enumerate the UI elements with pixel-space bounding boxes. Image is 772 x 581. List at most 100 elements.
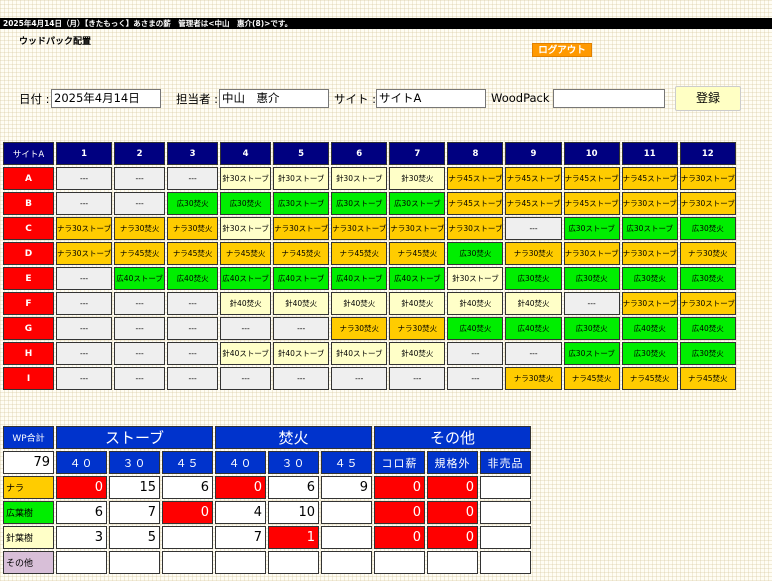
grid-cell[interactable]: --- xyxy=(114,192,166,215)
grid-cell[interactable]: ナラ45ストーブ xyxy=(621,167,678,190)
grid-cell[interactable]: --- xyxy=(505,342,562,365)
grid-cell[interactable]: 広40ストーブ xyxy=(331,267,388,290)
grid-cell[interactable]: --- xyxy=(167,317,219,340)
grid-cell[interactable]: 広40焚火 xyxy=(679,317,736,340)
grid-cell[interactable]: --- xyxy=(56,317,113,340)
grid-cell[interactable]: --- xyxy=(114,292,166,315)
grid-cell[interactable]: ナラ30ストーブ xyxy=(679,192,736,215)
grid-cell[interactable]: --- xyxy=(447,342,504,365)
grid-cell[interactable]: 針40ストーブ xyxy=(220,342,272,365)
grid-cell[interactable]: --- xyxy=(273,317,330,340)
grid-cell[interactable]: 針40焚火 xyxy=(273,292,330,315)
grid-cell[interactable]: ナラ45ストーブ xyxy=(447,192,504,215)
grid-cell[interactable]: 針40焚火 xyxy=(389,342,446,365)
grid-cell[interactable]: --- xyxy=(56,342,113,365)
grid-cell[interactable]: --- xyxy=(220,317,272,340)
grid-cell[interactable]: 針30焚火 xyxy=(389,167,446,190)
grid-cell[interactable]: 針30ストーブ xyxy=(273,167,330,190)
grid-cell[interactable]: 広30ストーブ xyxy=(331,192,388,215)
grid-cell[interactable]: ナラ45ストーブ xyxy=(447,167,504,190)
grid-cell[interactable]: --- xyxy=(331,367,388,390)
grid-cell[interactable]: ナラ30ストーブ xyxy=(273,217,330,240)
grid-cell[interactable]: 広30焚火 xyxy=(505,267,562,290)
grid-cell[interactable]: --- xyxy=(505,217,562,240)
grid-cell[interactable]: 広40ストーブ xyxy=(389,267,446,290)
grid-cell[interactable]: ナラ45焚火 xyxy=(331,242,388,265)
grid-cell[interactable]: 針40焚火 xyxy=(447,292,504,315)
grid-cell[interactable]: ナラ45ストーブ xyxy=(505,192,562,215)
grid-cell[interactable]: 広30焚火 xyxy=(621,342,678,365)
register-button[interactable]: 登録 xyxy=(675,86,741,111)
date-input[interactable]: 2025年4月14日 xyxy=(51,89,161,108)
grid-cell[interactable]: 広30ストーブ xyxy=(273,192,330,215)
grid-cell[interactable]: --- xyxy=(56,167,113,190)
grid-cell[interactable]: --- xyxy=(167,167,219,190)
grid-cell[interactable]: ナラ30ストーブ xyxy=(331,217,388,240)
grid-cell[interactable]: 広30焚火 xyxy=(563,317,620,340)
grid-cell[interactable]: --- xyxy=(167,292,219,315)
grid-cell[interactable]: --- xyxy=(447,367,504,390)
grid-cell[interactable]: 針40焚火 xyxy=(389,292,446,315)
grid-cell[interactable]: --- xyxy=(114,342,166,365)
woodpack-input[interactable] xyxy=(553,89,665,108)
grid-cell[interactable]: ナラ45焚火 xyxy=(167,242,219,265)
grid-cell[interactable]: ナラ30ストーブ xyxy=(56,217,113,240)
grid-cell[interactable]: 広30焚火 xyxy=(167,192,219,215)
grid-cell[interactable]: 広30ストーブ xyxy=(563,342,620,365)
grid-cell[interactable]: 針30ストーブ xyxy=(220,217,272,240)
grid-cell[interactable]: ナラ45焚火 xyxy=(679,367,736,390)
grid-cell[interactable]: 広40ストーブ xyxy=(220,267,272,290)
grid-cell[interactable]: ナラ30焚火 xyxy=(167,217,219,240)
grid-cell[interactable]: ナラ30ストーブ xyxy=(389,217,446,240)
grid-cell[interactable]: --- xyxy=(167,367,219,390)
grid-cell[interactable]: --- xyxy=(114,367,166,390)
grid-cell[interactable]: 広30焚火 xyxy=(563,267,620,290)
grid-cell[interactable]: 広40ストーブ xyxy=(114,267,166,290)
grid-cell[interactable]: ナラ30焚火 xyxy=(505,242,562,265)
grid-cell[interactable]: --- xyxy=(114,167,166,190)
grid-cell[interactable]: --- xyxy=(273,367,330,390)
grid-cell[interactable]: 広30焚火 xyxy=(679,342,736,365)
grid-cell[interactable]: 広30ストーブ xyxy=(389,192,446,215)
grid-cell[interactable]: ナラ45焚火 xyxy=(389,242,446,265)
grid-cell[interactable]: 広40焚火 xyxy=(447,317,504,340)
grid-cell[interactable]: ナラ30焚火 xyxy=(389,317,446,340)
grid-cell[interactable]: 針30ストーブ xyxy=(447,267,504,290)
grid-cell[interactable]: --- xyxy=(220,367,272,390)
grid-cell[interactable]: ナラ30焚火 xyxy=(331,317,388,340)
grid-cell[interactable]: --- xyxy=(56,367,113,390)
grid-cell[interactable]: ナラ30ストーブ xyxy=(621,242,678,265)
grid-cell[interactable]: 広40焚火 xyxy=(505,317,562,340)
grid-cell[interactable]: ナラ30ストーブ xyxy=(447,217,504,240)
grid-cell[interactable]: ナラ45ストーブ xyxy=(563,192,620,215)
grid-cell[interactable]: ナラ45焚火 xyxy=(220,242,272,265)
grid-cell[interactable]: 広30焚火 xyxy=(679,267,736,290)
grid-cell[interactable]: --- xyxy=(389,367,446,390)
grid-cell[interactable]: --- xyxy=(167,342,219,365)
staff-input[interactable]: 中山 惠介 xyxy=(219,89,329,108)
grid-cell[interactable]: 針40焚火 xyxy=(220,292,272,315)
grid-cell[interactable]: 広40ストーブ xyxy=(273,267,330,290)
grid-cell[interactable]: ナラ30ストーブ xyxy=(56,242,113,265)
grid-cell[interactable]: 針40焚火 xyxy=(331,292,388,315)
site-input[interactable]: サイトA xyxy=(376,89,486,108)
grid-cell[interactable]: --- xyxy=(56,292,113,315)
grid-cell[interactable]: 広40焚火 xyxy=(621,317,678,340)
grid-cell[interactable]: --- xyxy=(56,267,113,290)
grid-cell[interactable]: ナラ45焚火 xyxy=(563,367,620,390)
grid-cell[interactable]: ナラ30ストーブ xyxy=(621,192,678,215)
grid-cell[interactable]: ナラ45ストーブ xyxy=(563,167,620,190)
grid-cell[interactable]: 広30焚火 xyxy=(679,217,736,240)
grid-cell[interactable]: 針30ストーブ xyxy=(220,167,272,190)
grid-cell[interactable]: ナラ45ストーブ xyxy=(505,167,562,190)
grid-cell[interactable]: ナラ30ストーブ xyxy=(621,292,678,315)
grid-cell[interactable]: ナラ30ストーブ xyxy=(563,242,620,265)
grid-cell[interactable]: ナラ30焚火 xyxy=(114,217,166,240)
grid-cell[interactable]: 針40ストーブ xyxy=(331,342,388,365)
grid-cell[interactable]: ナラ30ストーブ xyxy=(679,167,736,190)
grid-cell[interactable]: ナラ30焚火 xyxy=(505,367,562,390)
grid-cell[interactable]: 広30ストーブ xyxy=(621,217,678,240)
grid-cell[interactable]: ナラ45焚火 xyxy=(114,242,166,265)
grid-cell[interactable]: 針40ストーブ xyxy=(273,342,330,365)
grid-cell[interactable]: 広30ストーブ xyxy=(563,217,620,240)
